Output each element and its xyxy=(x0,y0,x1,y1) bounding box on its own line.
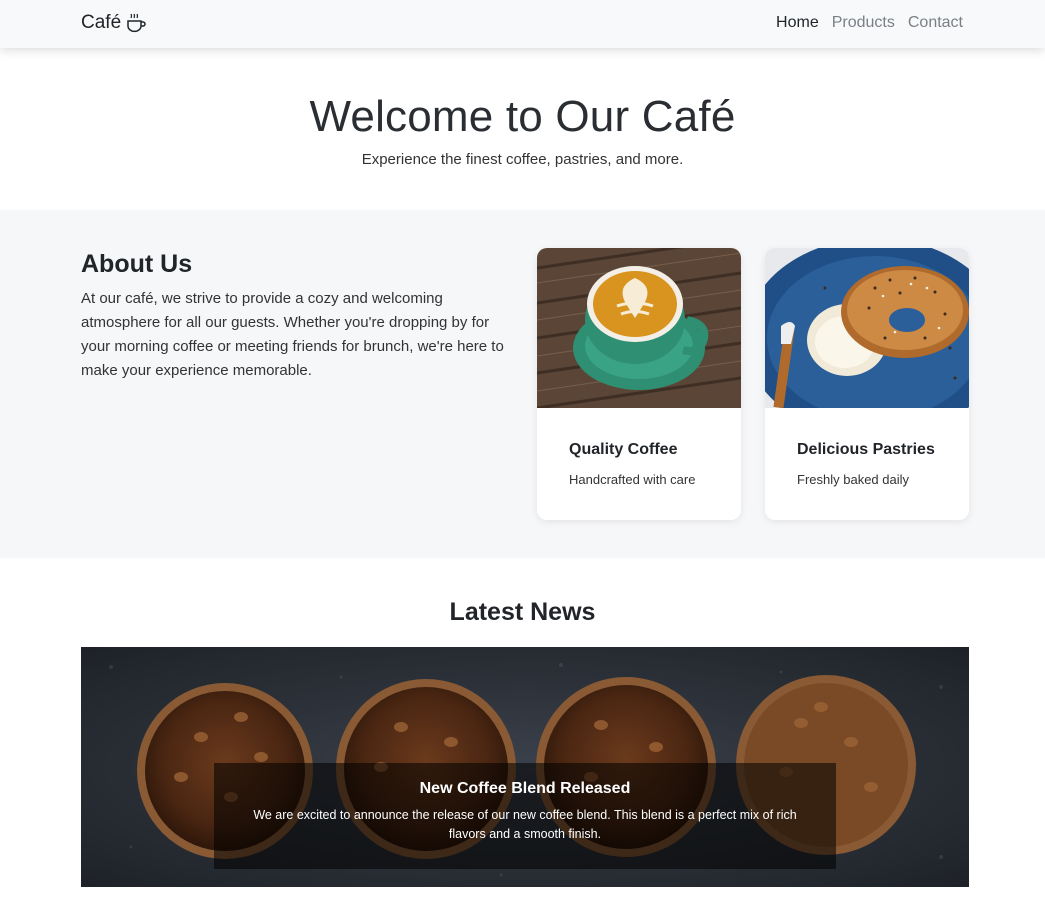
about-heading: About Us xyxy=(81,250,193,278)
bagel-cream-cheese-photo xyxy=(765,248,969,408)
hero-subtitle: Experience the finest coffee, pastries, … xyxy=(361,151,684,168)
nav-products[interactable]: Products xyxy=(832,14,895,32)
card-subtitle: Freshly baked daily xyxy=(797,472,909,487)
carousel-caption: New Coffee Blend Released We are excited… xyxy=(214,763,836,869)
news-carousel[interactable]: New Coffee Blend Released We are excited… xyxy=(81,647,969,887)
news-heading: Latest News xyxy=(449,598,596,626)
brand-name: Café xyxy=(81,12,122,33)
coffee-cup-icon xyxy=(125,12,147,34)
hero-title: Welcome to Our Café xyxy=(309,92,736,141)
news-title: New Coffee Blend Released xyxy=(419,780,631,797)
nav-contact[interactable]: Contact xyxy=(908,14,963,32)
about-section: About Us At our café, we strive to provi… xyxy=(0,210,1045,558)
card-subtitle: Handcrafted with care xyxy=(569,472,696,487)
nav-menu: Home Products Contact xyxy=(776,14,963,32)
hero-section: Welcome to Our Café Experience the fines… xyxy=(0,48,1045,210)
nav-home[interactable]: Home xyxy=(776,14,819,32)
about-text: At our café, we strive to provide a cozy… xyxy=(81,290,504,379)
card-title: Quality Coffee xyxy=(569,441,678,458)
brand-link[interactable]: Café xyxy=(81,12,147,34)
feature-card-coffee: Quality Coffee Handcrafted with care xyxy=(537,248,741,520)
news-text: We are excited to announce the release o… xyxy=(253,808,797,841)
latte-art-cup-photo xyxy=(537,248,741,408)
card-title: Delicious Pastries xyxy=(797,441,935,458)
feature-card-pastries: Delicious Pastries Freshly baked daily xyxy=(765,248,969,520)
navbar: Café Home Products Contact xyxy=(0,0,1045,48)
